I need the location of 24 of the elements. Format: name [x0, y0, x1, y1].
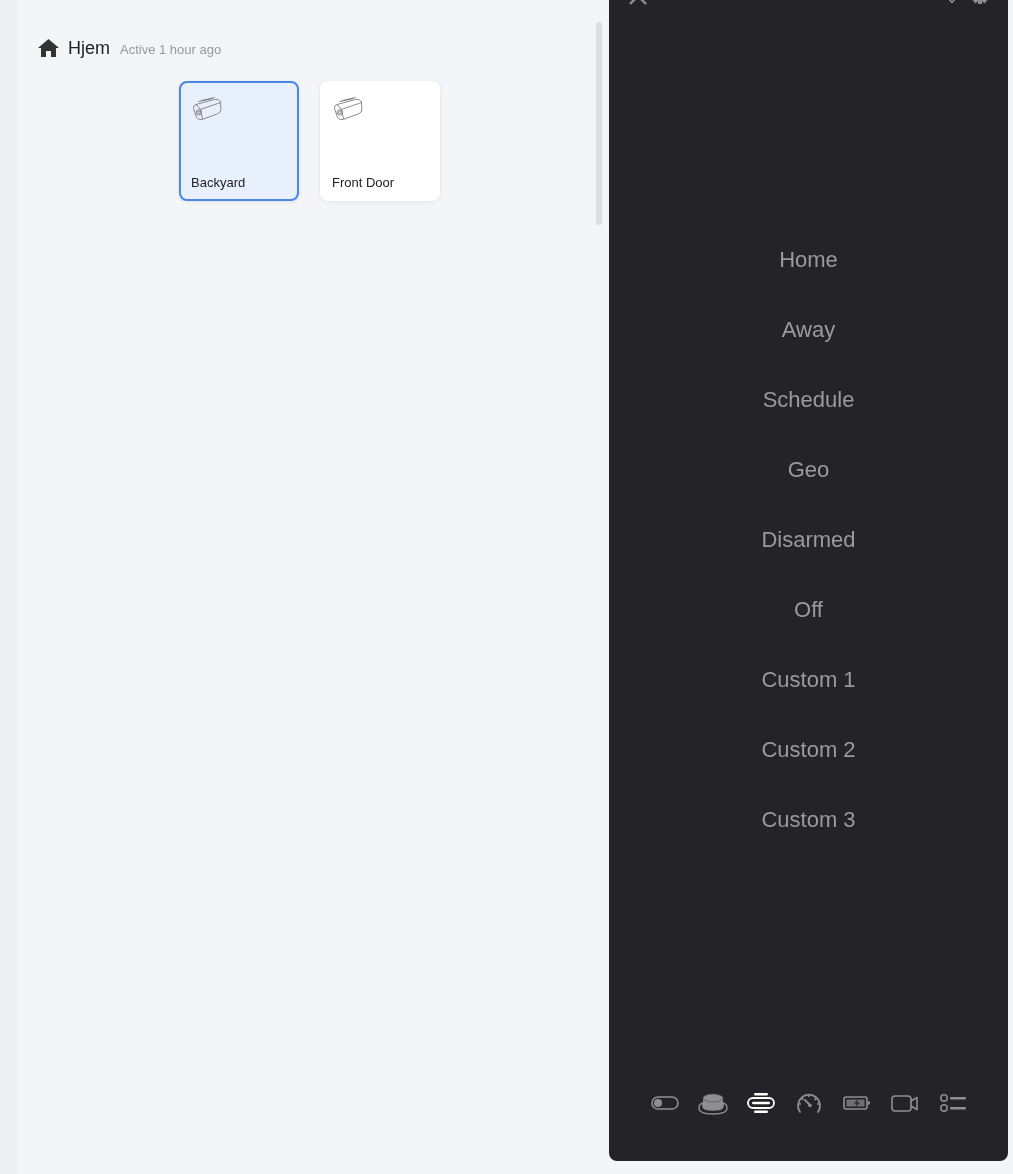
camera-card[interactable]: Front Door [320, 81, 440, 201]
settings-icon[interactable] [972, 0, 988, 4]
mode-option[interactable]: Schedule [752, 365, 865, 435]
mode-option[interactable]: Away [771, 295, 846, 365]
mode-option[interactable]: Custom 2 [751, 715, 866, 785]
camera-name: Backyard [191, 175, 247, 190]
push-button-icon[interactable] [696, 1090, 729, 1116]
location-title: Hjem [68, 37, 110, 59]
mode-option[interactable]: Geo [777, 435, 840, 505]
camera-card[interactable]: Backyard [179, 81, 299, 201]
camera-name: Front Door [332, 175, 396, 190]
mode-option[interactable]: Off [784, 575, 833, 645]
chevron-icon[interactable] [948, 0, 956, 3]
camera-icon [332, 97, 364, 121]
close-icon[interactable] [628, 0, 648, 6]
camera-icon [191, 97, 223, 121]
scrollbar-thumb[interactable] [596, 22, 602, 225]
home-icon [38, 39, 59, 57]
mode-option[interactable]: Custom 1 [751, 645, 866, 715]
mode-option[interactable]: Home [769, 225, 848, 295]
mode-option[interactable]: Custom 3 [751, 785, 866, 855]
usb-port-icon[interactable] [744, 1090, 777, 1116]
mode-option[interactable]: Disarmed [751, 505, 866, 575]
activity-status: Active 1 hour ago [120, 40, 222, 57]
